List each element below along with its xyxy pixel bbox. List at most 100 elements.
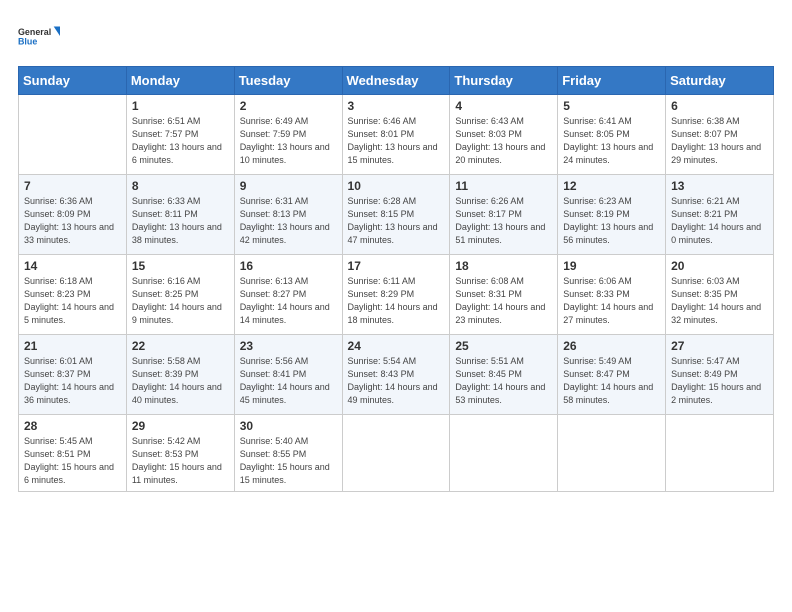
day-number: 19 xyxy=(563,259,660,273)
logo: General Blue xyxy=(18,18,60,54)
day-cell: 21 Sunrise: 6:01 AMSunset: 8:37 PMDayligh… xyxy=(19,335,127,415)
svg-text:Blue: Blue xyxy=(18,36,37,46)
day-info: Sunrise: 6:33 AMSunset: 8:11 PMDaylight:… xyxy=(132,195,229,247)
day-info: Sunrise: 6:13 AMSunset: 8:27 PMDaylight:… xyxy=(240,275,337,327)
day-number: 5 xyxy=(563,99,660,113)
week-row-5: 28 Sunrise: 5:45 AMSunset: 8:51 PMDayligh… xyxy=(19,415,774,492)
day-number: 29 xyxy=(132,419,229,433)
day-cell xyxy=(558,415,666,492)
day-info: Sunrise: 6:08 AMSunset: 8:31 PMDaylight:… xyxy=(455,275,552,327)
day-cell: 17Sunrise: 6:11 AMSunset: 8:29 PMDayligh… xyxy=(342,255,450,335)
day-info: Sunrise: 6:41 AMSunset: 8:05 PMDaylight:… xyxy=(563,115,660,167)
header-col-saturday: Saturday xyxy=(666,67,774,95)
day-cell: 8 Sunrise: 6:33 AMSunset: 8:11 PMDaylight… xyxy=(126,175,234,255)
day-number: 23 xyxy=(240,339,337,353)
day-info: Sunrise: 6:16 AMSunset: 8:25 PMDaylight:… xyxy=(132,275,229,327)
day-info: Sunrise: 5:58 AMSunset: 8:39 PMDaylight:… xyxy=(132,355,229,407)
day-cell: 4Sunrise: 6:43 AMSunset: 8:03 PMDaylight… xyxy=(450,95,558,175)
day-cell: 19 Sunrise: 6:06 AMSunset: 8:33 PMDayligh… xyxy=(558,255,666,335)
day-number: 18 xyxy=(455,259,552,273)
day-number: 9 xyxy=(240,179,337,193)
day-cell: 1 Sunrise: 6:51 AMSunset: 7:57 PMDaylight… xyxy=(126,95,234,175)
day-info: Sunrise: 6:28 AMSunset: 8:15 PMDaylight:… xyxy=(348,195,445,247)
header-col-friday: Friday xyxy=(558,67,666,95)
day-info: Sunrise: 6:51 AMSunset: 7:57 PMDaylight:… xyxy=(132,115,229,167)
day-cell xyxy=(666,415,774,492)
day-number: 28 xyxy=(24,419,121,433)
day-cell: 7 Sunrise: 6:36 AMSunset: 8:09 PMDaylight… xyxy=(19,175,127,255)
day-number: 7 xyxy=(24,179,121,193)
day-number: 2 xyxy=(240,99,337,113)
day-cell: 20 Sunrise: 6:03 AMSunset: 8:35 PMDayligh… xyxy=(666,255,774,335)
day-info: Sunrise: 6:26 AMSunset: 8:17 PMDaylight:… xyxy=(455,195,552,247)
day-cell xyxy=(19,95,127,175)
header: General Blue xyxy=(18,18,774,54)
day-number: 15 xyxy=(132,259,229,273)
day-info: Sunrise: 6:36 AMSunset: 8:09 PMDaylight:… xyxy=(24,195,121,247)
day-cell: 15 Sunrise: 6:16 AMSunset: 8:25 PMDayligh… xyxy=(126,255,234,335)
day-cell: 3Sunrise: 6:46 AMSunset: 8:01 PMDaylight… xyxy=(342,95,450,175)
day-info: Sunrise: 5:54 AMSunset: 8:43 PMDaylight:… xyxy=(348,355,445,407)
day-cell: 23 Sunrise: 5:56 AMSunset: 8:41 PMDayligh… xyxy=(234,335,342,415)
day-cell: 18 Sunrise: 6:08 AMSunset: 8:31 PMDayligh… xyxy=(450,255,558,335)
logo-svg: General Blue xyxy=(18,18,60,54)
day-number: 1 xyxy=(132,99,229,113)
week-row-1: 1 Sunrise: 6:51 AMSunset: 7:57 PMDaylight… xyxy=(19,95,774,175)
day-info: Sunrise: 5:40 AMSunset: 8:55 PMDaylight:… xyxy=(240,435,337,487)
day-info: Sunrise: 6:46 AMSunset: 8:01 PMDaylight:… xyxy=(348,115,445,167)
day-number: 21 xyxy=(24,339,121,353)
day-number: 13 xyxy=(671,179,768,193)
day-cell: 2 Sunrise: 6:49 AMSunset: 7:59 PMDaylight… xyxy=(234,95,342,175)
day-info: Sunrise: 6:03 AMSunset: 8:35 PMDaylight:… xyxy=(671,275,768,327)
header-col-thursday: Thursday xyxy=(450,67,558,95)
day-info: Sunrise: 5:51 AMSunset: 8:45 PMDaylight:… xyxy=(455,355,552,407)
header-col-sunday: Sunday xyxy=(19,67,127,95)
calendar-header-row: SundayMondayTuesdayWednesdayThursdayFrid… xyxy=(19,67,774,95)
day-number: 30 xyxy=(240,419,337,433)
day-info: Sunrise: 5:49 AMSunset: 8:47 PMDaylight:… xyxy=(563,355,660,407)
day-cell: 29 Sunrise: 5:42 AMSunset: 8:53 PMDayligh… xyxy=(126,415,234,492)
day-cell: 16 Sunrise: 6:13 AMSunset: 8:27 PMDayligh… xyxy=(234,255,342,335)
day-cell: 30 Sunrise: 5:40 AMSunset: 8:55 PMDayligh… xyxy=(234,415,342,492)
week-row-4: 21 Sunrise: 6:01 AMSunset: 8:37 PMDayligh… xyxy=(19,335,774,415)
day-cell: 26 Sunrise: 5:49 AMSunset: 8:47 PMDayligh… xyxy=(558,335,666,415)
day-cell: 24 Sunrise: 5:54 AMSunset: 8:43 PMDayligh… xyxy=(342,335,450,415)
week-row-2: 7 Sunrise: 6:36 AMSunset: 8:09 PMDaylight… xyxy=(19,175,774,255)
day-cell: 22Sunrise: 5:58 AMSunset: 8:39 PMDayligh… xyxy=(126,335,234,415)
day-info: Sunrise: 6:01 AMSunset: 8:37 PMDaylight:… xyxy=(24,355,121,407)
day-cell: 14 Sunrise: 6:18 AMSunset: 8:23 PMDayligh… xyxy=(19,255,127,335)
day-info: Sunrise: 6:11 AMSunset: 8:29 PMDaylight:… xyxy=(348,275,445,327)
day-cell xyxy=(342,415,450,492)
day-cell: 10Sunrise: 6:28 AMSunset: 8:15 PMDayligh… xyxy=(342,175,450,255)
header-col-wednesday: Wednesday xyxy=(342,67,450,95)
day-cell xyxy=(450,415,558,492)
day-number: 16 xyxy=(240,259,337,273)
day-info: Sunrise: 5:56 AMSunset: 8:41 PMDaylight:… xyxy=(240,355,337,407)
calendar-table: SundayMondayTuesdayWednesdayThursdayFrid… xyxy=(18,66,774,492)
day-number: 14 xyxy=(24,259,121,273)
day-cell: 11 Sunrise: 6:26 AMSunset: 8:17 PMDayligh… xyxy=(450,175,558,255)
day-info: Sunrise: 5:45 AMSunset: 8:51 PMDaylight:… xyxy=(24,435,121,487)
page: General Blue SundayMondayTuesdayWednesda… xyxy=(0,0,792,612)
week-row-3: 14 Sunrise: 6:18 AMSunset: 8:23 PMDayligh… xyxy=(19,255,774,335)
day-info: Sunrise: 5:47 AMSunset: 8:49 PMDaylight:… xyxy=(671,355,768,407)
day-number: 27 xyxy=(671,339,768,353)
day-info: Sunrise: 6:43 AMSunset: 8:03 PMDaylight:… xyxy=(455,115,552,167)
day-cell: 13Sunrise: 6:21 AMSunset: 8:21 PMDayligh… xyxy=(666,175,774,255)
day-info: Sunrise: 6:18 AMSunset: 8:23 PMDaylight:… xyxy=(24,275,121,327)
day-number: 20 xyxy=(671,259,768,273)
day-number: 26 xyxy=(563,339,660,353)
day-number: 11 xyxy=(455,179,552,193)
day-cell: 6Sunrise: 6:38 AMSunset: 8:07 PMDaylight… xyxy=(666,95,774,175)
day-info: Sunrise: 6:06 AMSunset: 8:33 PMDaylight:… xyxy=(563,275,660,327)
day-cell: 27 Sunrise: 5:47 AMSunset: 8:49 PMDayligh… xyxy=(666,335,774,415)
day-number: 25 xyxy=(455,339,552,353)
day-info: Sunrise: 5:42 AMSunset: 8:53 PMDaylight:… xyxy=(132,435,229,487)
day-number: 8 xyxy=(132,179,229,193)
header-col-tuesday: Tuesday xyxy=(234,67,342,95)
day-number: 24 xyxy=(348,339,445,353)
svg-text:General: General xyxy=(18,27,51,37)
day-info: Sunrise: 6:31 AMSunset: 8:13 PMDaylight:… xyxy=(240,195,337,247)
day-info: Sunrise: 6:49 AMSunset: 7:59 PMDaylight:… xyxy=(240,115,337,167)
day-cell: 9 Sunrise: 6:31 AMSunset: 8:13 PMDaylight… xyxy=(234,175,342,255)
